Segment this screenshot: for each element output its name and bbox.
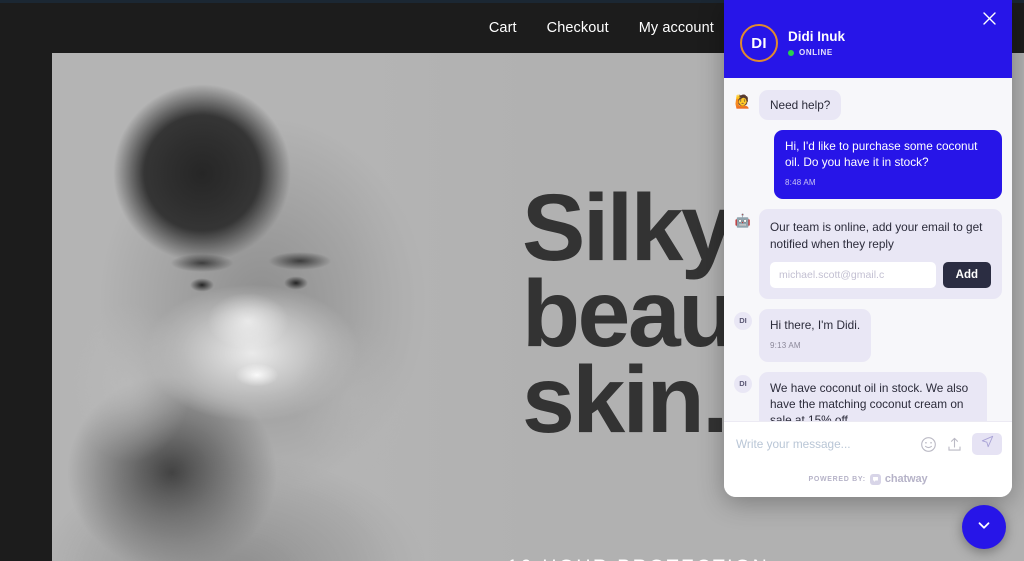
person-emoji-avatar-icon: 🙋 bbox=[734, 94, 752, 109]
message-text: Hi, I'd like to purchase some coconut oi… bbox=[785, 139, 978, 169]
message-text: We have coconut oil in stock. We also ha… bbox=[770, 381, 969, 421]
close-icon[interactable] bbox=[979, 8, 999, 28]
nav-item-cart[interactable]: Cart bbox=[489, 20, 517, 36]
agent-name: Didi Inuk bbox=[788, 29, 845, 44]
email-capture-text: Our team is online, add your email to ge… bbox=[770, 220, 983, 251]
chat-message-user-question: Hi, I'd like to purchase some coconut oi… bbox=[734, 130, 1002, 199]
send-button[interactable] bbox=[972, 433, 1002, 455]
chat-widget-header: DI Didi Inuk ONLINE bbox=[724, 0, 1012, 78]
agent-identity: DI Didi Inuk ONLINE bbox=[740, 24, 996, 62]
status-label: ONLINE bbox=[799, 48, 833, 57]
message-input[interactable] bbox=[736, 437, 911, 451]
chat-composer bbox=[724, 421, 1012, 461]
chat-message-agent-greeting: DI Hi there, I'm Didi. 9:13 AM bbox=[734, 309, 1002, 362]
chatway-logo-icon bbox=[869, 473, 881, 485]
nav-item-my-account[interactable]: My account bbox=[639, 20, 714, 36]
emoji-icon[interactable] bbox=[920, 436, 937, 453]
chatway-brand-label: chatway bbox=[884, 473, 928, 485]
message-bubble: We have coconut oil in stock. We also ha… bbox=[759, 372, 987, 421]
message-bubble: Hi there, I'm Didi. 9:13 AM bbox=[759, 309, 872, 362]
email-field[interactable] bbox=[770, 262, 936, 288]
avatar: DI bbox=[734, 312, 752, 330]
bot-emoji-avatar-icon: 🤖 bbox=[734, 213, 752, 228]
message-bubble: Need help? bbox=[759, 90, 842, 120]
message-text: Need help? bbox=[770, 98, 831, 112]
nav-item-checkout[interactable]: Checkout bbox=[547, 20, 609, 36]
avatar: DI bbox=[734, 375, 752, 393]
powered-by-footer: POWERED BY: chatway bbox=[724, 461, 1012, 497]
chat-message-email-capture: 🤖 Our team is online, add your email to … bbox=[734, 209, 1002, 299]
status-badge: ONLINE bbox=[788, 48, 845, 57]
email-capture-card: Our team is online, add your email to ge… bbox=[759, 209, 1002, 299]
chat-widget: DI Didi Inuk ONLINE 🙋 Need help? Hi, I'd… bbox=[724, 0, 1012, 497]
email-capture-form: Add bbox=[770, 262, 991, 288]
chat-message-list[interactable]: 🙋 Need help? Hi, I'd like to purchase so… bbox=[724, 78, 1012, 421]
online-dot-icon bbox=[788, 49, 794, 56]
avatar: DI bbox=[740, 24, 778, 62]
chat-message-agent-stock-reply: DI We have coconut oil in stock. We also… bbox=[734, 372, 1002, 421]
upload-icon[interactable] bbox=[946, 436, 963, 453]
chat-launcher-button[interactable] bbox=[962, 505, 1006, 549]
chat-message-need-help: 🙋 Need help? bbox=[734, 90, 1002, 120]
message-timestamp: 8:48 AM bbox=[785, 178, 816, 187]
message-timestamp: 9:13 AM bbox=[770, 341, 801, 350]
chevron-down-icon bbox=[975, 516, 993, 539]
send-icon bbox=[981, 435, 994, 453]
message-bubble: Hi, I'd like to purchase some coconut oi… bbox=[774, 130, 1002, 199]
page-root: Cart Checkout My account Sam Silky beau … bbox=[0, 0, 1024, 561]
message-text: Hi there, I'm Didi. bbox=[770, 318, 861, 332]
hero-subtitle: 16-HOUR PROTECTION bbox=[507, 556, 769, 561]
powered-by-label: POWERED BY: bbox=[808, 475, 866, 483]
add-email-button[interactable]: Add bbox=[942, 262, 991, 288]
